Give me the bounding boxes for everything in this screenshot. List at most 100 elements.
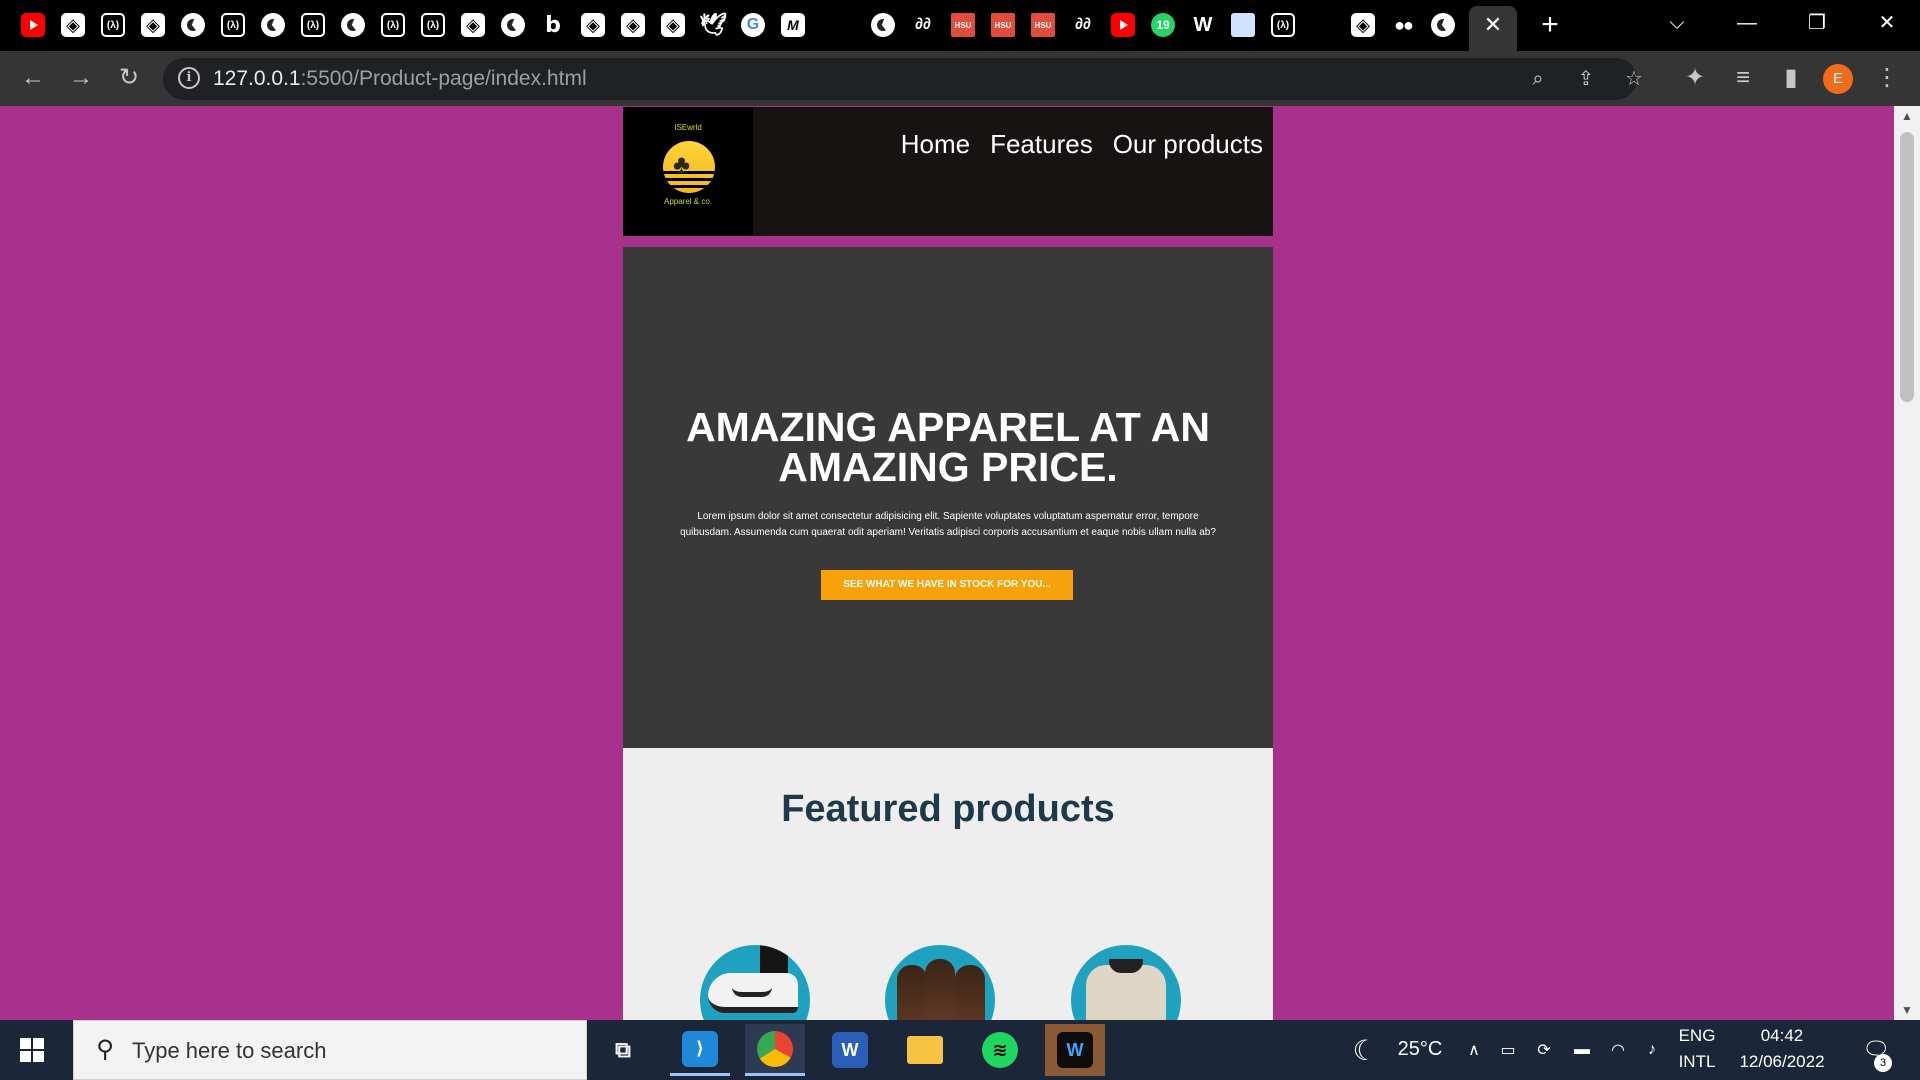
new-tab-button[interactable]: + [1535, 8, 1565, 42]
language-code[interactable]: ENG [1672, 1026, 1722, 1046]
tab-30[interactable]: (λ) [1268, 10, 1298, 40]
wifi-icon[interactable]: ◠ [1604, 1020, 1632, 1080]
tab-12[interactable] [498, 10, 528, 40]
browser-menu-icon[interactable]: ⋮ [1870, 61, 1904, 95]
tab-2[interactable]: (λ) [98, 10, 128, 40]
logo-brand-text: ISEwrld [674, 123, 702, 132]
scroll-up-icon[interactable]: ▲ [1894, 106, 1920, 126]
restore-button[interactable]: ❐ [1797, 6, 1837, 40]
extensions-icon[interactable]: ✦ [1678, 61, 1712, 95]
tab-9[interactable]: (λ) [378, 10, 408, 40]
tab-1[interactable] [58, 10, 88, 40]
tab-28[interactable]: W [1188, 10, 1218, 40]
page-scrollbar[interactable]: ▲ ▼ [1894, 106, 1920, 1020]
tab-21[interactable]: ∂∂ [908, 10, 938, 40]
tab-13[interactable]: b [538, 10, 568, 40]
geeksforgeeks-icon: ∂∂ [915, 16, 931, 33]
site-logo[interactable]: ISEwrld ♣ Apparel & co. [623, 107, 753, 236]
nav-link-products[interactable]: Our products [1113, 129, 1263, 160]
tab-7[interactable]: (λ) [298, 10, 328, 40]
tab-25[interactable]: ∂∂ [1068, 10, 1098, 40]
tab-31[interactable] [1348, 10, 1378, 40]
scroll-thumb[interactable] [1900, 132, 1914, 402]
nav-link-home[interactable]: Home [901, 129, 970, 160]
tab-27[interactable]: 19 [1148, 10, 1178, 40]
tab-5[interactable]: (λ) [218, 10, 248, 40]
url-text[interactable]: 127.0.0.1:5500/Product-page/index.html [213, 58, 587, 100]
url-path: :5500/Product-page/index.html [300, 67, 587, 90]
product-polo-shirt[interactable] [1071, 945, 1181, 1020]
notifications-icon[interactable]: 🗨 [1856, 1020, 1896, 1080]
tab-17[interactable]: 🕊 [698, 10, 728, 40]
product-dress-shoes[interactable] [885, 945, 995, 1020]
close-tab-icon[interactable]: ✕ [1481, 12, 1505, 38]
tab-4[interactable] [178, 10, 208, 40]
tab-0[interactable] [18, 10, 48, 40]
whatsapp-icon: 19 [1151, 13, 1175, 37]
vscode-icon[interactable]: ⟩ [670, 1024, 730, 1076]
share-icon[interactable]: ⇪ [1569, 62, 1603, 96]
minimize-button[interactable]: — [1727, 6, 1767, 40]
close-window-button[interactable]: ✕ [1867, 6, 1907, 40]
site-info-icon[interactable]: i [178, 67, 200, 89]
file-explorer-icon[interactable] [895, 1024, 955, 1076]
search-placeholder: Type here to search [132, 1038, 327, 1063]
forward-button[interactable]: → [64, 61, 98, 95]
scroll-down-icon[interactable]: ▼ [1894, 1000, 1920, 1020]
tab-15[interactable] [618, 10, 648, 40]
tab-11[interactable] [458, 10, 488, 40]
meet-now-icon[interactable]: ▭ [1496, 1020, 1520, 1080]
notification-count: 3 [1874, 1054, 1892, 1072]
address-bar[interactable]: i 127.0.0.1:5500/Product-page/index.html… [163, 58, 1643, 100]
tab-32[interactable]: ●● [1388, 10, 1418, 40]
product-sneaker[interactable] [700, 945, 810, 1020]
spotify-icon[interactable]: ≋ [970, 1024, 1030, 1076]
show-hidden-icons-icon[interactable]: ∧ [1462, 1020, 1486, 1080]
w3schools-icon: W [1193, 13, 1213, 36]
back-button[interactable]: ← [16, 61, 50, 95]
tab-24[interactable]: HSU [1028, 10, 1058, 40]
tab-6[interactable] [258, 10, 288, 40]
clock-time[interactable]: 04:42 [1734, 1026, 1830, 1046]
windows-start-icon[interactable] [20, 1038, 44, 1062]
dress-shoe-image [955, 965, 985, 1020]
media-controls-icon[interactable]: ≡ [1726, 61, 1760, 95]
profile-avatar[interactable]: E [1823, 64, 1853, 94]
weather-moon-icon[interactable]: ☾ [1345, 1020, 1385, 1080]
sync-icon[interactable]: ⟳ [1530, 1020, 1558, 1080]
see-stock-button[interactable]: SEE WHAT WE HAVE IN STOCK FOR YOU... [821, 570, 1073, 600]
language-layout[interactable]: INTL [1672, 1052, 1722, 1072]
temperature[interactable]: 25°C [1390, 1038, 1450, 1061]
tab-26[interactable] [1108, 10, 1138, 40]
battery-icon[interactable]: ▬ [1568, 1020, 1596, 1080]
bookmark-star-icon[interactable]: ☆ [1617, 62, 1651, 96]
clock-date[interactable]: 12/06/2022 [1734, 1052, 1830, 1072]
tab-18[interactable]: G [738, 10, 768, 40]
zoom-icon[interactable]: ⌕ [1521, 62, 1555, 96]
tab-search-dropdown-icon[interactable]: ⌵ [1657, 6, 1697, 40]
side-panel-icon[interactable]: ▮ [1774, 61, 1808, 95]
chrome-icon[interactable] [745, 1024, 805, 1076]
tab-10[interactable]: (λ) [418, 10, 448, 40]
task-view-icon[interactable]: ⧉ [593, 1024, 653, 1076]
codepen-icon [661, 13, 685, 37]
search-icon: ⚲ [96, 1036, 114, 1063]
tab-19[interactable]: M [778, 10, 808, 40]
tab-3[interactable] [138, 10, 168, 40]
volume-icon[interactable]: ♪ [1638, 1020, 1666, 1080]
nav-link-features[interactable]: Features [990, 129, 1093, 160]
waves-app-icon[interactable]: W [1045, 1024, 1105, 1076]
tab-23[interactable]: HSU [988, 10, 1018, 40]
tab-20[interactable] [868, 10, 898, 40]
word-icon[interactable]: W [820, 1024, 880, 1076]
tab-29[interactable] [1228, 10, 1258, 40]
tab-14[interactable] [578, 10, 608, 40]
word-label: W [832, 1032, 868, 1068]
tab-8[interactable] [338, 10, 368, 40]
tab-22[interactable]: HSU [948, 10, 978, 40]
reload-button[interactable]: ↻ [112, 61, 146, 95]
tab-16[interactable] [658, 10, 688, 40]
codepen-icon [1351, 13, 1375, 37]
tab-33[interactable] [1428, 10, 1458, 40]
taskbar-search[interactable]: ⚲ Type here to search [73, 1020, 587, 1080]
